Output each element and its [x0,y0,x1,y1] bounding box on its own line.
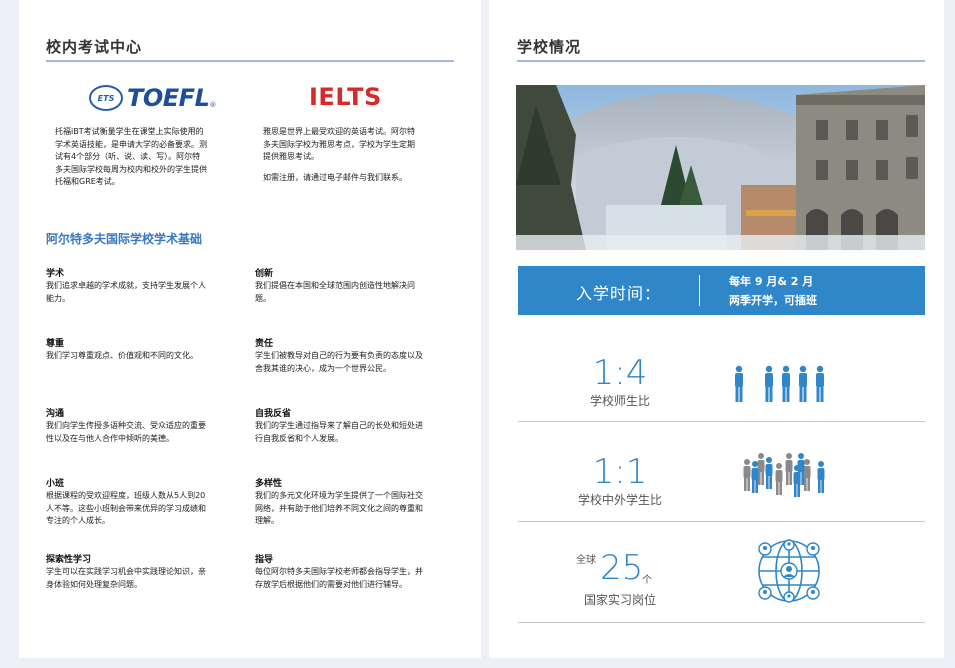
registered-mark: ® [209,101,217,109]
title-rule [46,60,454,62]
value-desc-line: 我们的多元文化环境为学生提供了一个国际社交 [255,491,423,500]
value-desc-line: 我们提倡在本国和全球范围内创造性地解决问 [255,281,415,290]
value-item: 小班 根据课程的受欢迎程度，班级人数从5人到20 人不等。这些小班制会带来优异的… [46,476,246,528]
value-desc-line: 网络，并有助于他们培养不同文化之间的尊重和 [255,503,423,513]
value-title: 小班 [46,479,65,489]
banner-divider [699,275,700,306]
value-desc-line: 性以及在与他人合作中倾听的美德。 [46,433,174,443]
toefl-line: 学术英语技能，是申请大学的必备要求。测 [55,139,207,149]
domestic-intl-ratio-value: 1:1 [592,452,648,492]
value-desc-line: 学生们被教导对自己的行为要有负责的态度以及 [255,351,423,360]
teacher-student-ratio-value: 1:4 [592,353,648,393]
domestic-intl-ratio-label: 学校中外学生比 [577,493,662,507]
globe-network-icon [758,539,820,603]
value-desc-line: 行自我反省和个人发展。 [255,433,343,443]
campus-photo [516,85,925,250]
stat-divider [518,421,925,422]
value-item: 责任 学生们被教导对自己的行为要有负责的态度以及 舍我其谁的决心，成为一个世界公… [255,336,455,375]
toefl-wordmark: TOEFL [127,84,210,112]
value-desc-line: 题。 [255,293,271,303]
toefl-line: 托福和GRE考试。 [55,177,120,186]
title-rule [517,60,925,62]
enrollment-months: 每年 9 月& 2 月 [729,275,814,288]
value-desc-line: 学生可以在实践学习机会中实践理论知识，亲 [46,567,206,576]
teacher-student-ratio-label: 学校师生比 [589,394,650,408]
crowd-icon [743,453,825,497]
value-desc-line: 我们的学生通过指导来了解自己的长处和短处进 [255,421,423,430]
academic-foundation-heading: 阿尔特多夫国际学校学术基础 [46,232,203,246]
value-item: 创新 我们提倡在本国和全球范围内创造性地解决问 题。 [255,266,455,305]
ielts-line: 提供雅思考试。 [263,152,319,161]
stat-divider [518,622,925,623]
stat-divider [518,521,925,522]
left-page: 校内考试中心 ETS TOEFL ® IELTS 托福iBT考试衡量学生在课堂上… [19,0,481,658]
value-desc-line: 身体验如何处理复杂问题。 [46,579,142,589]
toefl-line: 托福iBT考试衡量学生在课堂上实际使用的 [55,127,204,136]
value-desc-line: 我们追求卓越的学术成就，支持学生发展个人 [46,281,206,290]
value-desc-line: 舍我其谁的决心，成为一个世界公民。 [255,363,391,373]
count-suffix: 个 [642,575,652,586]
value-item: 学术 我们追求卓越的学术成就，支持学生发展个人 能力。 [46,266,246,305]
value-title: 沟通 [46,409,65,419]
ielts-note: 如需注册，请通过电子邮件与我们联系。 [263,172,407,182]
value-item: 探索性学习 学生可以在实践学习机会中实践理论知识，亲 身体验如何处理复杂问题。 [46,552,246,591]
value-item: 尊重 我们学习尊重观点、价值观和不同的文化。 [46,336,246,363]
exam-center-title: 校内考试中心 [46,38,143,56]
global-prefix: 全球 [576,555,596,566]
value-desc-line: 存放学后根据他们的需要对他们进行辅导。 [255,579,407,589]
value-title: 多样性 [255,479,283,489]
value-desc-line: 能力。 [46,293,70,303]
value-desc-line: 我们学习尊重观点、价值观和不同的文化。 [46,351,198,360]
enrollment-banner: 入学时间： 每年 9 月& 2 月 两季开学，可插班 [518,266,925,315]
value-item: 沟通 我们向学生传授多语种交流、受众适应的重要 性以及在与他人合作中倾听的美德。 [46,406,246,445]
value-title: 尊重 [46,339,65,349]
value-desc-line: 人不等。这些小班制会带来优异的学习成绩和 [46,503,206,513]
toefl-line: 试有4个部分（听、说、读、写）。阿尔特 [55,152,201,161]
value-title: 探索性学习 [46,555,92,565]
value-title: 自我反省 [255,409,292,419]
value-desc-line: 我们向学生传授多语种交流、受众适应的重要 [46,421,206,430]
value-title: 指导 [255,555,274,565]
ielts-line: 雅思是世界上最受欢迎的英语考试。阿尔特 [263,127,415,136]
internship-label: 国家实习岗位 [583,593,656,607]
value-desc-line: 理解。 [255,516,279,525]
internship-count-value: 25 [600,548,644,588]
value-desc-line: 根据课程的受欢迎程度，班级人数从5人到20 [46,491,206,500]
teacher-students-icon [735,365,824,402]
ielts-logo: IELTS [309,83,382,111]
value-title: 学术 [46,269,65,279]
ielts-line: 多夫国际学校为雅思考点，学校为学生定期 [263,139,415,149]
value-item: 多样性 我们的多元文化环境为学生提供了一个国际社交 网络，并有助于他们培养不同文… [255,476,455,528]
value-desc-line: 专注的个人成长。 [46,516,110,525]
toefl-description: 托福iBT考试衡量学生在课堂上实际使用的 学术英语技能，是申请大学的必备要求。测… [55,126,255,189]
value-title: 创新 [255,269,274,279]
ielts-description: 雅思是世界上最受欢迎的英语考试。阿尔特 多夫国际学校为雅思考点，学校为学生定期 … [263,126,463,184]
value-desc-line: 每位阿尔特多夫国际学校老师都会指导学生，并 [255,567,423,576]
enrollment-label: 入学时间： [576,284,662,303]
toefl-logo: ETS TOEFL ® [89,84,216,112]
school-info-title: 学校情况 [517,38,582,56]
enrollment-note: 两季开学，可插班 [729,294,817,307]
right-page: 学校情况 入学时间： 每年 9 月& 2 月 两季开学，可插班 1:4 学校师生… [489,0,944,658]
toefl-line: 多夫国际学校每周为校内和校外的学生提供 [55,164,207,174]
value-item: 指导 每位阿尔特多夫国际学校老师都会指导学生，并 存放学后根据他们的需要对他们进… [255,552,455,591]
ets-badge: ETS [89,85,123,111]
value-item: 自我反省 我们的学生通过指导来了解自己的长处和短处进 行自我反省和个人发展。 [255,406,455,445]
value-title: 责任 [255,339,274,349]
